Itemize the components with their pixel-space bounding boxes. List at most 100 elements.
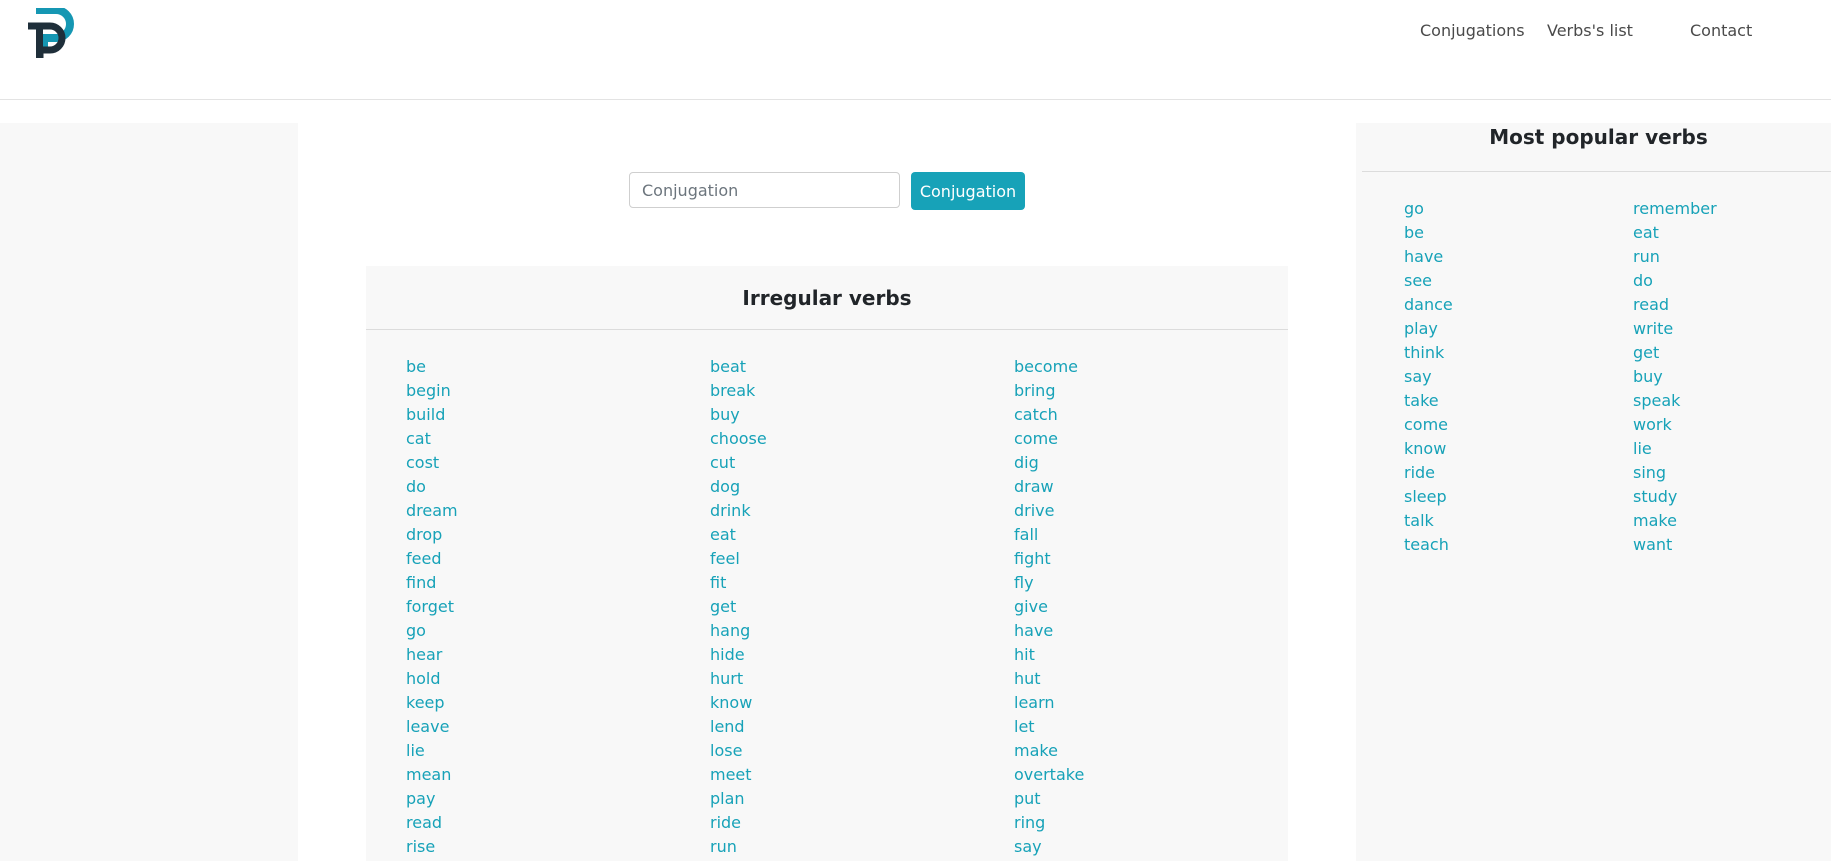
irregular-verb-link-give[interactable]: give	[1014, 595, 1084, 619]
irregular-verb-link-mean[interactable]: mean	[406, 763, 458, 787]
site-logo[interactable]	[22, 8, 76, 58]
irregular-verb-link-buy[interactable]: buy	[710, 403, 767, 427]
popular-verb-link-talk[interactable]: talk	[1404, 509, 1453, 533]
irregular-verb-link-know[interactable]: know	[710, 691, 767, 715]
irregular-verb-link-build[interactable]: build	[406, 403, 458, 427]
irregular-verb-link-find[interactable]: find	[406, 571, 458, 595]
popular-verb-link-speak[interactable]: speak	[1633, 389, 1717, 413]
popular-verb-link-work[interactable]: work	[1633, 413, 1717, 437]
popular-verb-link-dance[interactable]: dance	[1404, 293, 1453, 317]
popular-verb-link-eat[interactable]: eat	[1633, 221, 1717, 245]
conjugation-search-input[interactable]	[629, 172, 900, 208]
irregular-verb-link-come[interactable]: come	[1014, 427, 1084, 451]
irregular-verb-link-begin[interactable]: begin	[406, 379, 458, 403]
nav-contact[interactable]: Contact	[1690, 21, 1752, 40]
popular-verb-link-go[interactable]: go	[1404, 197, 1453, 221]
irregular-verb-link-get[interactable]: get	[710, 595, 767, 619]
irregular-verb-link-fight[interactable]: fight	[1014, 547, 1084, 571]
popular-verb-link-run[interactable]: run	[1633, 245, 1717, 269]
popular-verb-link-take[interactable]: take	[1404, 389, 1453, 413]
irregular-verb-link-hit[interactable]: hit	[1014, 643, 1084, 667]
irregular-verb-link-leave[interactable]: leave	[406, 715, 458, 739]
popular-verb-link-teach[interactable]: teach	[1404, 533, 1453, 557]
popular-verb-link-know[interactable]: know	[1404, 437, 1453, 461]
irregular-verb-link-drink[interactable]: drink	[710, 499, 767, 523]
irregular-verb-link-run[interactable]: run	[710, 835, 767, 859]
irregular-verb-link-become[interactable]: become	[1014, 355, 1084, 379]
irregular-verb-link-pay[interactable]: pay	[406, 787, 458, 811]
popular-verbs-divider	[1362, 171, 1831, 172]
irregular-verb-link-hide[interactable]: hide	[710, 643, 767, 667]
popular-verb-link-lie[interactable]: lie	[1633, 437, 1717, 461]
popular-verb-link-make[interactable]: make	[1633, 509, 1717, 533]
nav-conjugations[interactable]: Conjugations	[1420, 21, 1525, 40]
popular-verb-link-want[interactable]: want	[1633, 533, 1717, 557]
irregular-verb-link-beat[interactable]: beat	[710, 355, 767, 379]
irregular-verb-link-fit[interactable]: fit	[710, 571, 767, 595]
irregular-verb-link-hang[interactable]: hang	[710, 619, 767, 643]
irregular-verb-link-lie[interactable]: lie	[406, 739, 458, 763]
irregular-verb-link-rise[interactable]: rise	[406, 835, 458, 859]
irregular-verb-link-fall[interactable]: fall	[1014, 523, 1084, 547]
popular-verb-link-say[interactable]: say	[1404, 365, 1453, 389]
popular-verb-link-see[interactable]: see	[1404, 269, 1453, 293]
irregular-verb-link-cat[interactable]: cat	[406, 427, 458, 451]
popular-verb-link-read[interactable]: read	[1633, 293, 1717, 317]
popular-verb-link-ride[interactable]: ride	[1404, 461, 1453, 485]
irregular-verb-link-dig[interactable]: dig	[1014, 451, 1084, 475]
irregular-verb-link-plan[interactable]: plan	[710, 787, 767, 811]
irregular-verb-link-lose[interactable]: lose	[710, 739, 767, 763]
irregular-verb-link-say[interactable]: say	[1014, 835, 1084, 859]
irregular-verb-link-go[interactable]: go	[406, 619, 458, 643]
irregular-verb-link-drive[interactable]: drive	[1014, 499, 1084, 523]
irregular-verb-link-feed[interactable]: feed	[406, 547, 458, 571]
irregular-verb-link-cost[interactable]: cost	[406, 451, 458, 475]
nav-verbs-list[interactable]: Verbs's list	[1547, 21, 1633, 40]
irregular-verb-link-hear[interactable]: hear	[406, 643, 458, 667]
popular-verb-link-have[interactable]: have	[1404, 245, 1453, 269]
irregular-verb-link-break[interactable]: break	[710, 379, 767, 403]
irregular-verb-link-feel[interactable]: feel	[710, 547, 767, 571]
popular-verb-link-play[interactable]: play	[1404, 317, 1453, 341]
irregular-verb-link-read[interactable]: read	[406, 811, 458, 835]
irregular-verb-link-eat[interactable]: eat	[710, 523, 767, 547]
popular-verb-link-study[interactable]: study	[1633, 485, 1717, 509]
irregular-verb-link-be[interactable]: be	[406, 355, 458, 379]
popular-verb-link-be[interactable]: be	[1404, 221, 1453, 245]
irregular-verb-link-lend[interactable]: lend	[710, 715, 767, 739]
irregular-verb-link-let[interactable]: let	[1014, 715, 1084, 739]
irregular-verb-link-choose[interactable]: choose	[710, 427, 767, 451]
irregular-verb-link-ring[interactable]: ring	[1014, 811, 1084, 835]
irregular-verb-link-catch[interactable]: catch	[1014, 403, 1084, 427]
irregular-verb-link-bring[interactable]: bring	[1014, 379, 1084, 403]
popular-verb-link-think[interactable]: think	[1404, 341, 1453, 365]
irregular-verb-link-dog[interactable]: dog	[710, 475, 767, 499]
irregular-verb-link-forget[interactable]: forget	[406, 595, 458, 619]
irregular-verb-link-ride[interactable]: ride	[710, 811, 767, 835]
irregular-verb-link-dream[interactable]: dream	[406, 499, 458, 523]
conjugation-search-button[interactable]: Conjugation	[911, 172, 1025, 210]
irregular-verb-link-have[interactable]: have	[1014, 619, 1084, 643]
irregular-verb-link-keep[interactable]: keep	[406, 691, 458, 715]
popular-verb-link-do[interactable]: do	[1633, 269, 1717, 293]
irregular-verb-link-hut[interactable]: hut	[1014, 667, 1084, 691]
irregular-verb-link-hold[interactable]: hold	[406, 667, 458, 691]
irregular-verb-link-make[interactable]: make	[1014, 739, 1084, 763]
irregular-verb-link-put[interactable]: put	[1014, 787, 1084, 811]
irregular-verb-link-do[interactable]: do	[406, 475, 458, 499]
popular-verb-link-get[interactable]: get	[1633, 341, 1717, 365]
irregular-verb-link-drop[interactable]: drop	[406, 523, 458, 547]
popular-verb-link-sing[interactable]: sing	[1633, 461, 1717, 485]
popular-verb-link-come[interactable]: come	[1404, 413, 1453, 437]
irregular-verb-link-learn[interactable]: learn	[1014, 691, 1084, 715]
irregular-verb-link-meet[interactable]: meet	[710, 763, 767, 787]
popular-verb-link-write[interactable]: write	[1633, 317, 1717, 341]
irregular-verb-link-fly[interactable]: fly	[1014, 571, 1084, 595]
irregular-verb-link-hurt[interactable]: hurt	[710, 667, 767, 691]
irregular-verb-link-overtake[interactable]: overtake	[1014, 763, 1084, 787]
popular-verb-link-sleep[interactable]: sleep	[1404, 485, 1453, 509]
popular-verb-link-remember[interactable]: remember	[1633, 197, 1717, 221]
irregular-verb-link-cut[interactable]: cut	[710, 451, 767, 475]
irregular-verb-link-draw[interactable]: draw	[1014, 475, 1084, 499]
popular-verb-link-buy[interactable]: buy	[1633, 365, 1717, 389]
